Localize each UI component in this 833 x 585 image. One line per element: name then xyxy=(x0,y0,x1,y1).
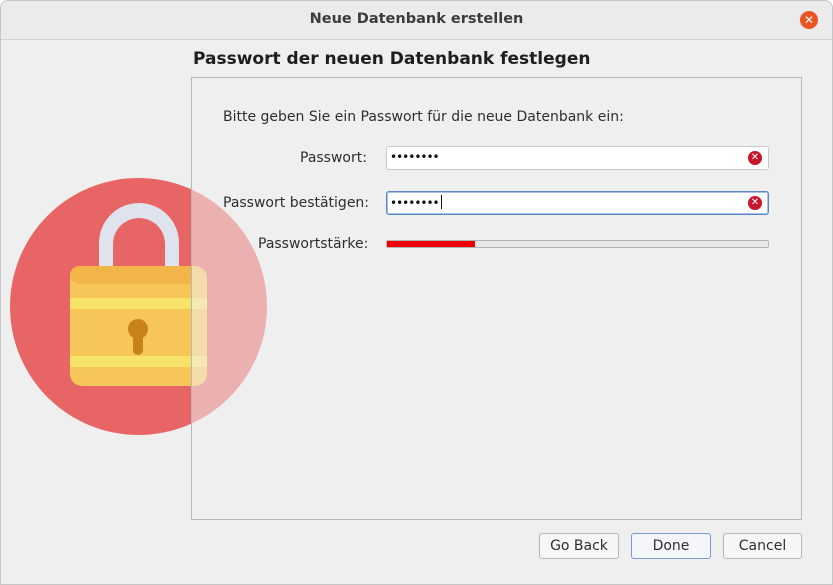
strength-bar xyxy=(386,240,769,248)
cancel-button[interactable]: Cancel xyxy=(723,533,802,559)
clear-icon[interactable]: ✕ xyxy=(748,151,762,165)
close-icon[interactable]: ✕ xyxy=(800,11,818,29)
titlebar: Neue Datenbank erstellen ✕ xyxy=(1,1,832,40)
confirm-label: Passwort bestätigen: xyxy=(223,195,370,211)
intro-text: Bitte geben Sie ein Passwort für die neu… xyxy=(223,109,624,125)
page-title: Passwort der neuen Datenbank festlegen xyxy=(193,49,591,69)
clear-icon[interactable]: ✕ xyxy=(748,196,762,210)
password-value: •••••••• xyxy=(390,150,440,164)
password-field[interactable]: •••••••• ✕ xyxy=(386,146,769,170)
password-label: Passwort: xyxy=(300,150,367,166)
window-title: Neue Datenbank erstellen xyxy=(309,11,524,27)
text-caret xyxy=(440,195,442,209)
done-button[interactable]: Done xyxy=(631,533,711,559)
confirm-password-field[interactable]: •••••••• ✕ xyxy=(386,191,769,215)
content-panel xyxy=(191,77,802,520)
strength-label: Passwortstärke: xyxy=(258,236,369,252)
strength-bar-fill xyxy=(387,241,475,247)
go-back-button[interactable]: Go Back xyxy=(539,533,619,559)
confirm-value: •••••••• xyxy=(390,196,440,210)
